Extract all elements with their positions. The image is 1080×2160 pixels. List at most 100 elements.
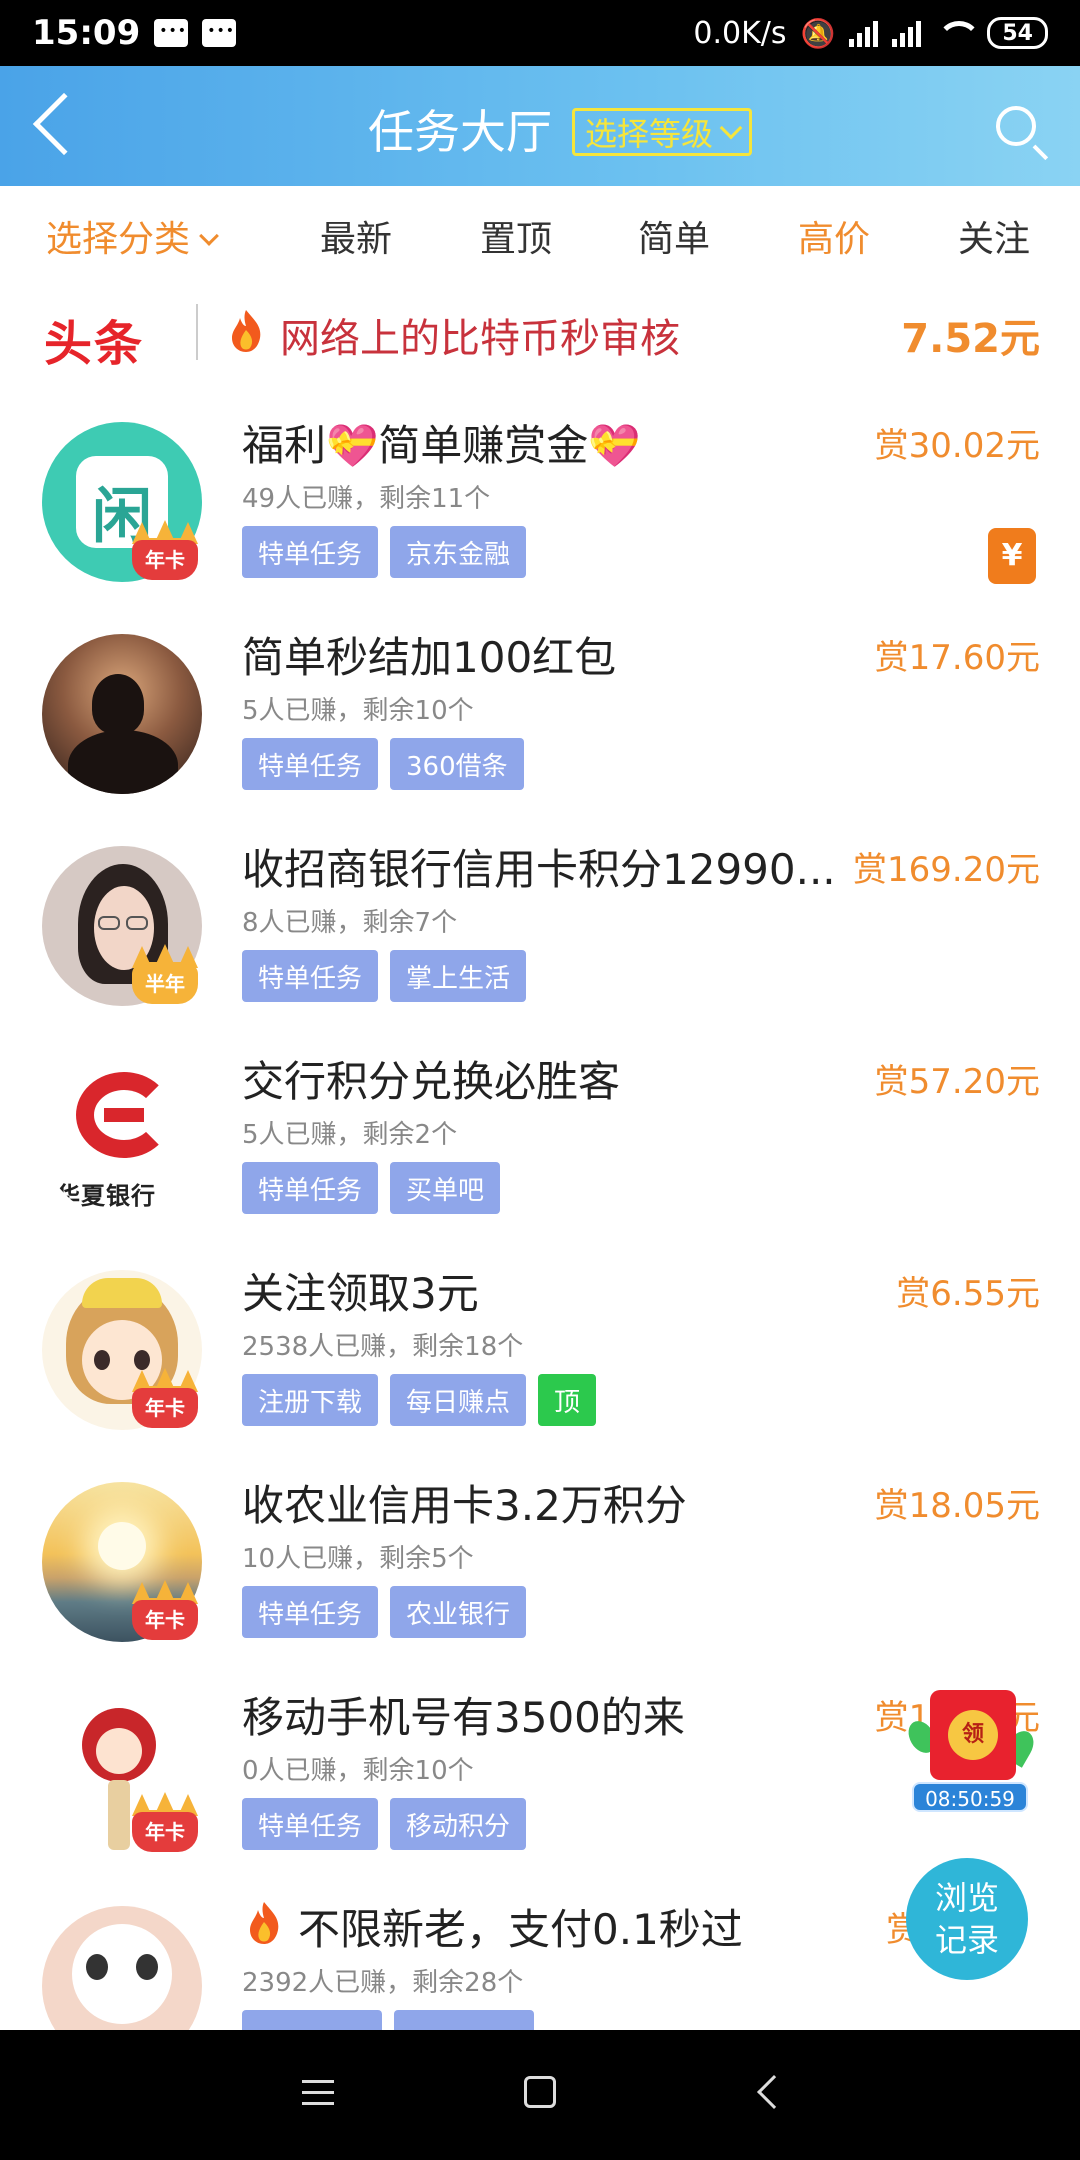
browse-history-button[interactable]: 浏览 记录 xyxy=(906,1858,1028,1980)
task-tag: 移动积分 xyxy=(390,1798,527,1850)
task-tag: 特单任务 xyxy=(242,1162,379,1214)
divider xyxy=(196,304,198,360)
level-select-button[interactable]: 选择等级 xyxy=(572,108,753,156)
task-tag: 注册下载 xyxy=(242,1374,379,1426)
task-tag: 掌上生活 xyxy=(390,950,527,1002)
task-title: 移动手机号有3500的来 xyxy=(242,1693,685,1742)
crown-label: 年卡 xyxy=(132,540,198,580)
home-icon[interactable] xyxy=(524,2076,556,2108)
task-tags: 特单任务 买单吧 xyxy=(242,1162,501,1214)
task-title: 关注领取3元 xyxy=(242,1269,479,1318)
task-meta: 5人已赚，剩余10个 xyxy=(242,696,474,726)
task-reward: 赏30.02元 xyxy=(874,426,1040,466)
task-item[interactable]: 简单秒结加100红包 5人已赚，剩余10个 赏17.60元 特单任务 360借条 xyxy=(0,622,1080,834)
task-tags: 特单任务 农业银行 xyxy=(242,1586,527,1638)
avatar-logo-text: 华夏银行 xyxy=(56,1182,156,1210)
filter-tabs: 选择分类 最新 置顶 简单 高价 关注 xyxy=(0,186,1080,282)
red-packet-widget[interactable]: 领 08:50:59 xyxy=(903,1690,1039,1820)
tab-category[interactable]: 选择分类 xyxy=(46,210,219,262)
fire-icon xyxy=(250,1902,279,1944)
task-reward: 赏57.20元 xyxy=(874,1062,1040,1102)
task-tags: 注册下载 每日赚点 顶 xyxy=(242,1374,597,1426)
task-tags: 特单任务 360借条 xyxy=(242,738,524,790)
task-meta: 5人已赚，剩余2个 xyxy=(242,1120,458,1150)
crown-label: 年卡 xyxy=(132,1600,198,1640)
crown-badge: 年卡 xyxy=(128,520,202,586)
mute-icon: 🔕 xyxy=(800,16,836,50)
task-tags: 特单任务 移动积分 xyxy=(242,1798,527,1850)
task-meta: 0人已赚，剩余10个 xyxy=(242,1756,474,1786)
task-reward: 赏17.60元 xyxy=(874,638,1040,678)
avatar: 华夏银行 xyxy=(42,1058,202,1218)
page-title: 任务大厅 xyxy=(368,105,552,159)
back-icon[interactable] xyxy=(32,92,96,156)
crown-badge: 年卡 xyxy=(128,1368,202,1434)
chevron-down-icon xyxy=(719,116,743,140)
search-icon[interactable] xyxy=(996,106,1036,146)
crown-badge: 年卡 xyxy=(128,1580,202,1646)
message-icon xyxy=(154,19,189,47)
history-label-line2: 记录 xyxy=(934,1921,999,1959)
tab-high-price[interactable]: 高价 xyxy=(798,210,870,262)
crown-badge: 半年 xyxy=(128,944,202,1010)
crown-label: 年卡 xyxy=(132,1388,198,1428)
net-speed: 0.0K/s xyxy=(693,15,787,51)
headline-brand: 头条 xyxy=(44,316,145,372)
signal-icon xyxy=(892,19,922,47)
crown-badge: 年卡 xyxy=(128,1792,202,1858)
task-title: 简单秒结加100红包 xyxy=(242,633,617,682)
task-meta: 49人已赚，剩余11个 xyxy=(242,484,491,514)
tab-simple[interactable]: 简单 xyxy=(638,210,710,262)
tab-label: 选择分类 xyxy=(46,219,191,260)
task-tag: 买单吧 xyxy=(390,1162,501,1214)
menu-icon[interactable] xyxy=(302,2080,334,2106)
back-nav-icon[interactable] xyxy=(757,2075,791,2109)
wifi-icon xyxy=(935,19,982,47)
task-item[interactable]: 华夏银行 交行积分兑换必胜客 5人已赚，剩余2个 赏57.20元 特单任务 买单… xyxy=(0,1046,1080,1258)
task-tag: 特单任务 xyxy=(242,950,379,1002)
headline-text: 网络上的比特币秒审核 xyxy=(280,316,680,362)
task-title: 福利💝简单赚赏金💝 xyxy=(242,421,641,470)
task-item[interactable]: 半年 收招商银行信用卡积分12990... 8人已赚，剩余7个 赏169.20元… xyxy=(0,834,1080,1046)
task-meta: 2538人已赚，剩余18个 xyxy=(242,1332,524,1362)
task-tag: 特单任务 xyxy=(242,526,379,578)
tab-pinned[interactable]: 置顶 xyxy=(480,210,552,262)
task-title: 不限新老，支付0.1秒过 xyxy=(298,1905,743,1954)
system-nav-bar xyxy=(0,2030,1080,2160)
task-tag: 京东金融 xyxy=(390,526,527,578)
message-icon xyxy=(202,19,237,47)
pinned-tag: 顶 xyxy=(538,1374,597,1426)
task-meta: 8人已赚，剩余7个 xyxy=(242,908,458,938)
status-bar: 15:09 0.0K/s 🔕 54 xyxy=(0,0,1080,66)
red-packet-label: 领 xyxy=(948,1710,998,1760)
money-icon[interactable]: ¥ xyxy=(988,528,1036,584)
fire-icon xyxy=(232,310,261,352)
task-item[interactable]: 闲 年卡 福利💝简单赚赏金💝 49人已赚，剩余11个 赏30.02元 特单任务 … xyxy=(0,410,1080,622)
battery-icon: 54 xyxy=(987,17,1048,49)
task-tag: 特单任务 xyxy=(242,1586,379,1638)
task-title: 收招商银行信用卡积分12990... xyxy=(242,845,836,894)
tab-follow[interactable]: 关注 xyxy=(958,210,1030,262)
task-meta: 2392人已赚，剩余28个 xyxy=(242,1968,524,1998)
headline-price: 7.52元 xyxy=(901,316,1040,362)
task-tag: 特单任务 xyxy=(242,738,379,790)
tab-latest[interactable]: 最新 xyxy=(320,210,392,262)
task-tags: 特单任务 掌上生活 xyxy=(242,950,527,1002)
signal-icon xyxy=(849,19,879,47)
task-item[interactable]: 年卡 关注领取3元 2538人已赚，剩余18个 赏6.55元 注册下载 每日赚点… xyxy=(0,1258,1080,1470)
headline-banner[interactable]: 头条 网络上的比特币秒审核 7.52元 xyxy=(0,282,1080,384)
task-meta: 10人已赚，剩余5个 xyxy=(242,1544,474,1574)
task-item[interactable]: 年卡 收农业信用卡3.2万积分 10人已赚，剩余5个 赏18.05元 特单任务 … xyxy=(0,1470,1080,1682)
task-tag: 特单任务 xyxy=(242,1798,379,1850)
task-tag: 农业银行 xyxy=(390,1586,527,1638)
task-reward: 赏169.20元 xyxy=(853,850,1040,890)
task-tag: 360借条 xyxy=(390,738,524,790)
task-reward: 赏18.05元 xyxy=(874,1486,1040,1526)
countdown-timer: 08:50:59 xyxy=(912,1782,1028,1812)
task-tags: 特单任务 京东金融 xyxy=(242,526,527,578)
task-reward: 赏6.55元 xyxy=(896,1274,1040,1314)
crown-label: 年卡 xyxy=(132,1812,198,1852)
app-header: 任务大厅 选择等级 xyxy=(0,66,1080,186)
history-label-line1: 浏览 xyxy=(934,1879,999,1917)
avatar xyxy=(42,634,202,794)
